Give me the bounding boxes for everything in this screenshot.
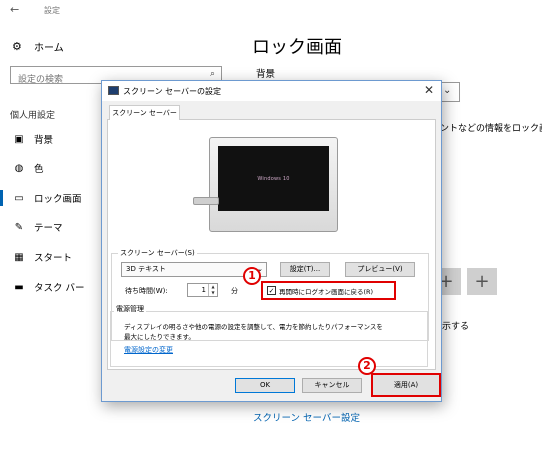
sidebar-item-start[interactable]: ▦ スタート xyxy=(0,246,100,268)
sidebar-item-lock-screen[interactable]: ▭ ロック画面 xyxy=(0,187,100,209)
wait-label: 待ち時間(W): xyxy=(125,287,168,295)
dialog-title: スクリーン セーバーの設定 xyxy=(123,87,222,96)
screen-saver-group-label: スクリーン セーバー(S) xyxy=(118,248,197,258)
sidebar-item-label: テーマ xyxy=(34,223,63,234)
start-icon: ▦ xyxy=(14,251,24,263)
sidebar-item-taskbar[interactable]: ▬ タスク バー xyxy=(0,276,100,298)
gear-icon: ⚙ xyxy=(12,39,22,53)
app-title: 設定 xyxy=(44,6,60,15)
show-text: 示する xyxy=(442,322,470,332)
page-title: ロック画面 xyxy=(252,37,342,58)
resume-logon-highlight: ✓ 再開時にログオン画面に戻る(R) xyxy=(261,281,396,300)
background-label: 背景 xyxy=(256,69,276,80)
step-1-badge: 1 xyxy=(243,267,261,285)
monitor-stand xyxy=(193,197,219,205)
section-label: 個人用設定 xyxy=(10,111,56,121)
sidebar-item-label: 色 xyxy=(34,164,44,175)
sidebar-item-background[interactable]: ▣ 背景 xyxy=(0,128,100,150)
tab-screen-saver[interactable]: スクリーン セーバー xyxy=(109,105,180,120)
theme-icon: ✎ xyxy=(14,221,24,233)
resume-logon-label[interactable]: 再開時にログオン画面に戻る(R) xyxy=(279,286,373,296)
settings-titlebar: ← 設定 xyxy=(0,0,542,22)
ok-button[interactable]: OK xyxy=(235,378,295,393)
lock-screen-icon: ▭ xyxy=(14,192,24,204)
power-management-label: 電源管理 xyxy=(114,304,146,314)
taskbar-icon: ▬ xyxy=(14,281,24,293)
screen-saver-settings-link[interactable]: スクリーン セーバー設定 xyxy=(253,410,360,424)
spin-arrows-icon[interactable]: ▲ ▼ xyxy=(208,284,217,296)
apply-highlight[interactable]: 適用(A) xyxy=(371,373,441,397)
sidebar-item-label: タスク バー xyxy=(34,283,85,294)
wait-time-stepper[interactable]: 1 ▲ ▼ xyxy=(187,283,218,297)
preview-screen: Windows 10 xyxy=(218,146,329,211)
picture-icon: ▣ xyxy=(14,133,24,145)
palette-icon: ◍ xyxy=(14,162,24,174)
preview-button[interactable]: プレビュー(V) xyxy=(345,262,415,277)
chevron-down-icon: ⌄ xyxy=(443,85,452,96)
sidebar-item-colors[interactable]: ◍ 色 xyxy=(0,157,100,179)
nav-home[interactable]: ⚙ ホーム xyxy=(12,37,64,55)
change-power-settings-link[interactable]: 電源設定の変更 xyxy=(124,345,173,355)
wait-unit: 分 xyxy=(231,287,238,295)
nav-home-label: ホーム xyxy=(34,42,64,54)
dialog-titlebar: スクリーン セーバーの設定 ✕ xyxy=(102,81,441,101)
settings-button[interactable]: 設定(T)... xyxy=(280,262,330,277)
sidebar-item-label: 背景 xyxy=(34,135,54,146)
close-icon[interactable]: ✕ xyxy=(424,83,434,97)
preview-text: Windows 10 xyxy=(257,175,290,182)
search-icon[interactable]: ⌕ xyxy=(210,69,215,79)
apply-button[interactable]: 適用(A) xyxy=(373,375,439,395)
sidebar-item-label: ロック画面 xyxy=(34,194,82,205)
cancel-button[interactable]: キャンセル xyxy=(302,378,362,393)
sidebar-item-label: スタート xyxy=(34,253,73,264)
back-arrow-icon[interactable]: ← xyxy=(10,3,19,16)
monitor-preview: Windows 10 xyxy=(209,137,338,232)
wait-time-value: 1 xyxy=(201,286,206,294)
screen-saver-selected: 3D テキスト xyxy=(126,265,166,273)
active-indicator xyxy=(0,190,3,206)
power-description: ディスプレイの明るさや他の電源の設定を調整して、電力を節約したりパフォーマンスを… xyxy=(124,323,383,341)
sidebar-item-themes[interactable]: ✎ テーマ xyxy=(0,216,100,238)
info-text: ントなどの情報をロック画 xyxy=(440,124,542,134)
monitor-icon xyxy=(108,86,119,95)
add-app-button[interactable]: + xyxy=(467,268,497,295)
resume-logon-checkbox[interactable]: ✓ xyxy=(267,286,276,295)
step-2-badge: 2 xyxy=(358,357,376,375)
